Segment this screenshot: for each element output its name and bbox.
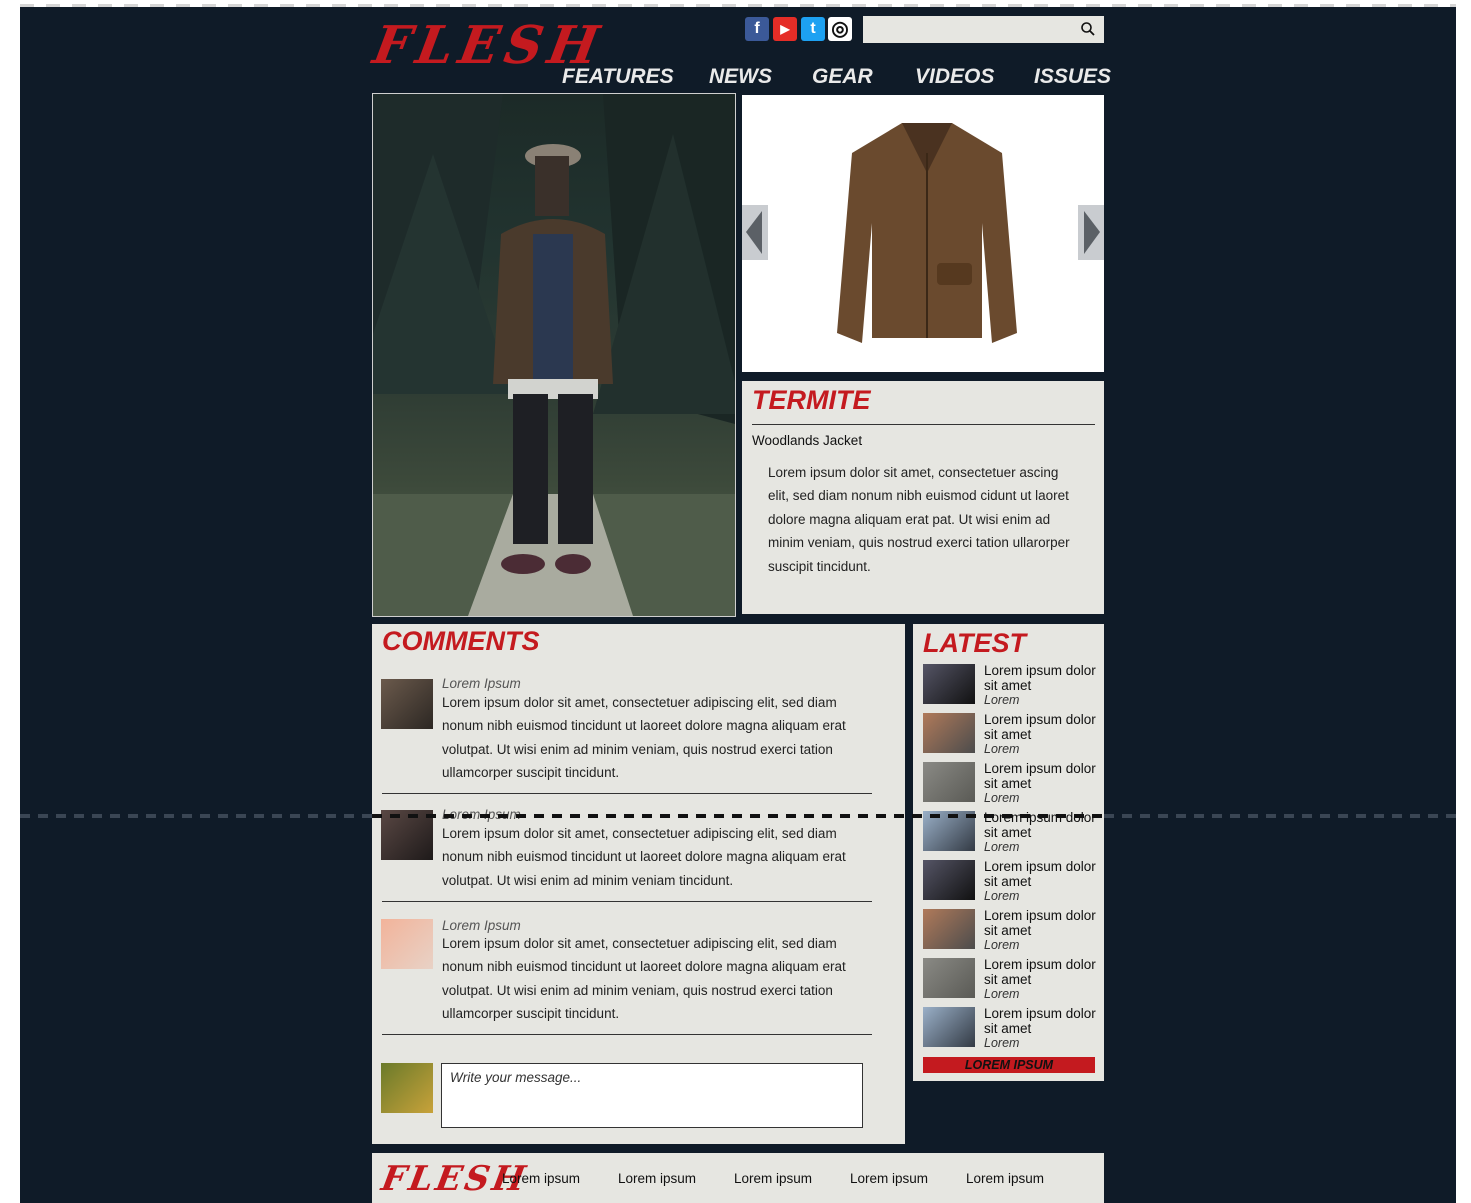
youtube-icon[interactable]: ▶ <box>773 17 797 41</box>
thumbnail <box>923 713 975 753</box>
nav-features[interactable]: FEATURES <box>562 65 674 89</box>
item-title: Lorem ipsum dolor sit amet <box>984 957 1096 987</box>
footer: FLESH Lorem ipsum Lorem ipsum Lorem ipsu… <box>372 1153 1104 1203</box>
instagram-icon[interactable]: ◎ <box>828 17 852 41</box>
item-title: Lorem ipsum dolor sit amet <box>984 663 1096 693</box>
page: FLESH f ▶ t ◎ FEATURES NEWS GEAR VIDEOS … <box>20 7 1456 1203</box>
comment-author[interactable]: Lorem Ipsum <box>442 918 521 933</box>
comments-panel: COMMENTS Lorem Ipsum Lorem ipsum dolor s… <box>372 624 905 1144</box>
comment-author[interactable]: Lorem Ipsum <box>442 676 521 691</box>
item-subtitle: Lorem <box>984 742 1020 756</box>
product-carousel <box>742 95 1104 372</box>
twitter-icon[interactable]: t <box>801 17 825 41</box>
item-title: Lorem ipsum dolor sit amet <box>984 859 1096 889</box>
footer-link[interactable]: Lorem ipsum <box>502 1171 580 1186</box>
prev-button[interactable] <box>742 205 768 260</box>
divider <box>382 1034 872 1035</box>
product-name: Woodlands Jacket <box>752 433 863 448</box>
list-item[interactable]: Lorem ipsum dolor sit amet Lorem <box>923 663 1098 708</box>
footer-link[interactable]: Lorem ipsum <box>734 1171 812 1186</box>
footer-link[interactable]: Lorem ipsum <box>618 1171 696 1186</box>
thumbnail <box>923 958 975 998</box>
thumbnail <box>923 1007 975 1047</box>
comment-text: Lorem ipsum dolor sit amet, consectetuer… <box>442 936 846 1022</box>
comment-text: Lorem ipsum dolor sit amet, consectetuer… <box>442 826 846 888</box>
thumbnail <box>923 762 975 802</box>
item-subtitle: Lorem <box>984 987 1020 1001</box>
list-item[interactable]: Lorem ipsum dolor sit amet Lorem <box>923 1006 1098 1051</box>
item-title: Lorem ipsum dolor sit amet <box>984 908 1096 938</box>
product-brand: TERMITE <box>752 385 871 415</box>
search-icon[interactable] <box>1080 21 1096 37</box>
thumbnail <box>923 909 975 949</box>
divider <box>382 793 872 794</box>
item-title: Lorem ipsum dolor sit amet <box>984 1006 1096 1036</box>
search-input[interactable] <box>863 16 1104 43</box>
item-title: Lorem ipsum dolor sit amet <box>984 712 1096 742</box>
list-item[interactable]: Lorem ipsum dolor sit amet Lorem <box>923 957 1098 1002</box>
fold-guide-line <box>372 814 1104 818</box>
item-title: Lorem ipsum dolor sit amet <box>984 761 1096 791</box>
product-image[interactable] <box>832 113 1022 353</box>
avatar[interactable] <box>381 919 433 969</box>
fold-guide-line <box>1104 814 1456 818</box>
title-divider <box>752 424 1095 425</box>
latest-title: LATEST <box>923 628 1026 658</box>
arrow-right-icon <box>1084 211 1100 254</box>
comments-title: COMMENTS <box>382 626 540 656</box>
nav-news[interactable]: NEWS <box>709 65 772 89</box>
next-button[interactable] <box>1078 205 1104 260</box>
footer-link[interactable]: Lorem ipsum <box>966 1171 1044 1186</box>
hero-photo[interactable] <box>372 93 736 617</box>
fold-guide-line <box>20 814 372 818</box>
nav-gear[interactable]: GEAR <box>812 65 873 89</box>
facebook-icon[interactable]: f <box>745 17 769 41</box>
message-placeholder: Write your message... <box>450 1070 582 1085</box>
avatar[interactable] <box>381 679 433 729</box>
thumbnail <box>923 860 975 900</box>
thumbnail <box>923 664 975 704</box>
item-subtitle: Lorem <box>984 840 1020 854</box>
nav-issues[interactable]: ISSUES <box>1034 65 1111 89</box>
item-subtitle: Lorem <box>984 791 1020 805</box>
divider <box>382 901 872 902</box>
latest-panel: LATEST Lorem ipsum dolor sit amet Lorem … <box>913 624 1104 1081</box>
message-input[interactable]: Write your message... <box>441 1063 863 1128</box>
current-user-avatar[interactable] <box>381 1063 433 1113</box>
item-subtitle: Lorem <box>984 938 1020 952</box>
nav-videos[interactable]: VIDEOS <box>915 65 994 89</box>
more-button[interactable]: LOREM IPSUM <box>923 1057 1095 1073</box>
item-subtitle: Lorem <box>984 889 1020 903</box>
list-item[interactable]: Lorem ipsum dolor sit amet Lorem <box>923 712 1098 757</box>
product-description: Lorem ipsum dolor sit amet, consectetuer… <box>768 465 1070 574</box>
list-item[interactable]: Lorem ipsum dolor sit amet Lorem <box>923 859 1098 904</box>
item-subtitle: Lorem <box>984 1036 1020 1050</box>
product-info: TERMITE Woodlands Jacket Lorem ipsum dol… <box>742 381 1104 614</box>
list-item[interactable]: Lorem ipsum dolor sit amet Lorem <box>923 908 1098 953</box>
footer-link[interactable]: Lorem ipsum <box>850 1171 928 1186</box>
item-subtitle: Lorem <box>984 693 1020 707</box>
arrow-left-icon <box>746 211 762 254</box>
comment-text: Lorem ipsum dolor sit amet, consectetuer… <box>442 695 846 781</box>
list-item[interactable]: Lorem ipsum dolor sit amet Lorem <box>923 761 1098 806</box>
